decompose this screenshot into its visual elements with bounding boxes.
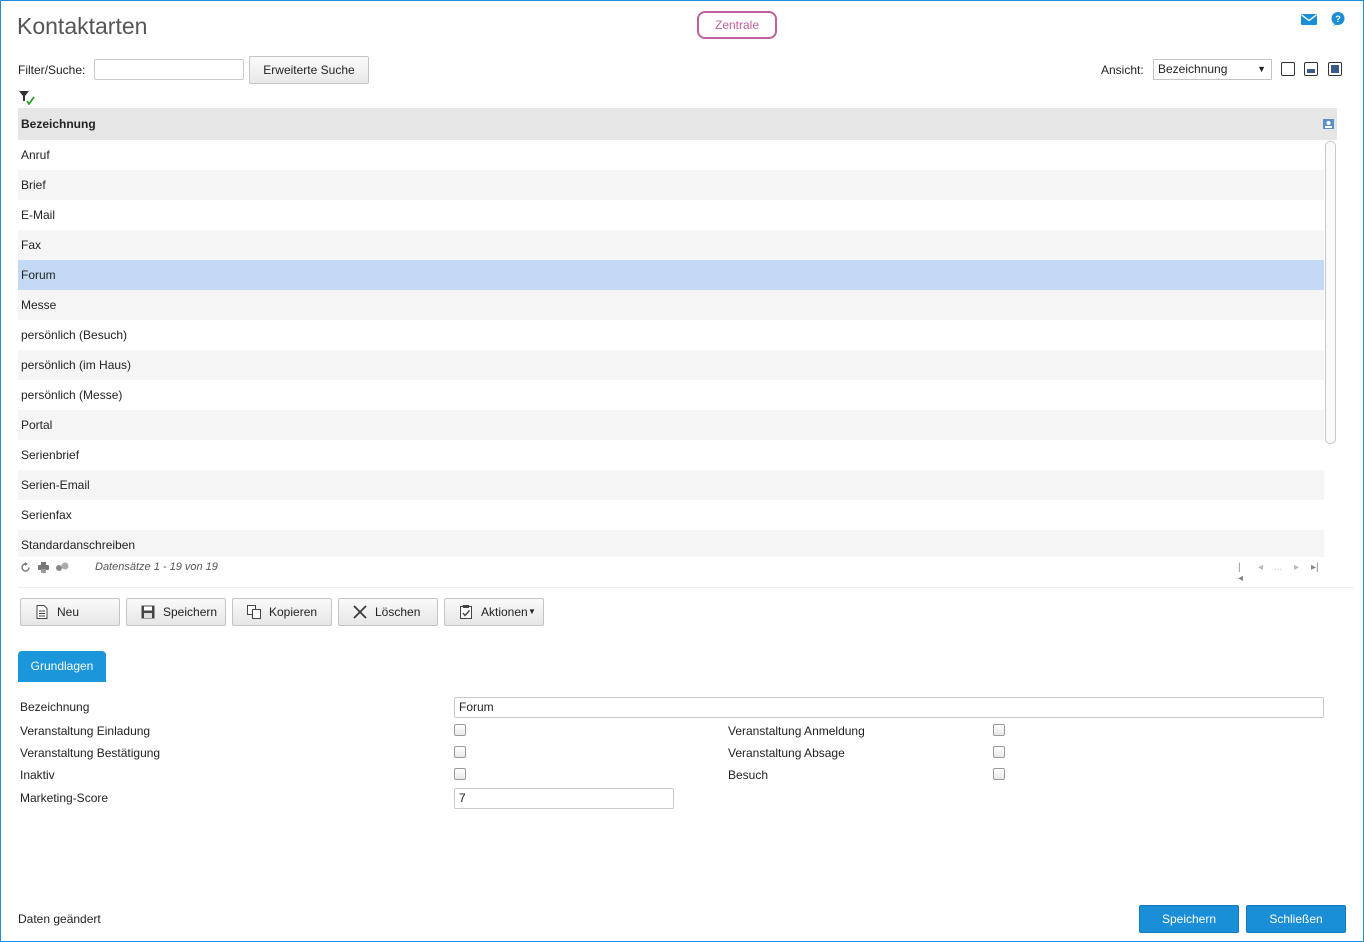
table-row[interactable]: Serienfax (18, 500, 1324, 530)
page-ellipsis: ... (1274, 562, 1283, 573)
close-button[interactable]: Schließen (1246, 905, 1346, 933)
print-icon[interactable] (38, 562, 49, 573)
anmeldung-checkbox[interactable] (993, 724, 1005, 736)
prev-page-icon[interactable]: ◂ (1258, 562, 1263, 573)
column-header-label: Bezeichnung (21, 117, 96, 131)
actions-menu-label: Aktionen (481, 605, 528, 619)
table-row[interactable]: persönlich (im Haus) (18, 350, 1324, 380)
table-row[interactable]: Serien-Email (18, 470, 1324, 500)
location-badge[interactable]: Zentrale (697, 11, 777, 39)
inaktiv-checkbox[interactable] (454, 768, 466, 780)
bestaetigung-label: Veranstaltung Bestätigung (20, 746, 161, 760)
table-row[interactable]: Messe (18, 290, 1324, 320)
einladung-label: Veranstaltung Einladung (20, 724, 151, 738)
bestaetigung-checkbox[interactable] (454, 746, 466, 758)
next-page-icon[interactable]: ▸ (1294, 562, 1299, 573)
grid-scrollbar-thumb[interactable] (1325, 141, 1336, 444)
table-row[interactable]: E-Mail (18, 200, 1324, 230)
column-chooser-icon[interactable] (1323, 119, 1334, 129)
bezeichnung-label: Bezeichnung (20, 700, 90, 714)
absage-label: Veranstaltung Absage (728, 746, 845, 760)
bezeichnung-input[interactable]: Forum (454, 697, 1324, 718)
grid-scrollbar[interactable] (1324, 140, 1337, 557)
first-page-icon[interactable]: |◂ (1238, 562, 1243, 584)
marketing-score-label: Marketing-Score (20, 791, 109, 805)
table-row[interactable]: persönlich (Messe) (18, 380, 1324, 410)
delete-button[interactable]: Löschen (338, 598, 438, 626)
refresh-icon[interactable] (20, 562, 31, 573)
settings-icon[interactable] (55, 562, 69, 573)
view-mode-detail-button[interactable] (1328, 62, 1342, 76)
copy-button-label: Kopieren (269, 605, 318, 619)
table-row[interactable]: Standardanschreiben (18, 530, 1324, 557)
einladung-checkbox[interactable] (454, 724, 466, 736)
clipboard-check-icon (460, 605, 472, 619)
save-disk-icon (141, 605, 155, 619)
last-page-icon[interactable]: ▸| (1311, 562, 1319, 573)
page-title: Kontaktarten (17, 13, 148, 39)
actions-dropdown-icon: ▼ (528, 607, 536, 616)
contact-types-grid: Bezeichnung Anruf Brief E-Mail Fax Forum… (18, 108, 1337, 557)
filter-search-label: Filter/Suche: (18, 63, 86, 77)
divider (18, 587, 1354, 588)
delete-button-label: Löschen (375, 605, 421, 619)
table-row-selected[interactable]: Forum (18, 260, 1324, 290)
svg-text:?: ? (1335, 14, 1341, 24)
column-header-bezeichnung[interactable]: Bezeichnung (18, 108, 1337, 140)
table-row[interactable]: persönlich (Besuch) (18, 320, 1324, 350)
records-count: Datensätze 1 - 19 von 19 (95, 561, 218, 573)
mail-icon[interactable] (1301, 12, 1317, 26)
copy-button[interactable]: Kopieren (232, 598, 332, 626)
save-button[interactable]: Speichern (1139, 905, 1239, 933)
new-document-icon (36, 605, 48, 619)
new-button[interactable]: Neu (20, 598, 120, 626)
save-toolbar-label: Speichern (163, 605, 218, 619)
dropdown-arrow-icon: ▼ (1257, 64, 1266, 74)
extended-search-button[interactable]: Erweiterte Suche (249, 56, 369, 84)
copy-icon (247, 605, 261, 619)
anmeldung-label: Veranstaltung Anmeldung (728, 724, 865, 738)
view-label: Ansicht: (1101, 63, 1144, 77)
marketing-score-input[interactable]: 7 (454, 788, 674, 809)
status-text: Daten geändert (18, 912, 101, 926)
absage-checkbox[interactable] (993, 746, 1005, 758)
table-row[interactable]: Portal (18, 410, 1324, 440)
delete-x-icon (353, 605, 367, 619)
new-button-label: Neu (57, 605, 80, 619)
help-icon[interactable]: ? (1330, 12, 1346, 26)
filter-search-input[interactable] (94, 59, 244, 80)
besuch-checkbox[interactable] (993, 768, 1005, 780)
save-toolbar-button[interactable]: Speichern (126, 598, 226, 626)
table-row[interactable]: Serienbrief (18, 440, 1324, 470)
table-row[interactable]: Anruf (18, 140, 1324, 170)
inaktiv-label: Inaktiv (20, 768, 55, 782)
filter-active-icon[interactable] (19, 91, 35, 105)
view-mode-split-button[interactable] (1304, 62, 1318, 76)
tab-grundlagen[interactable]: Grundlagen (18, 651, 106, 682)
view-select[interactable]: Bezeichnung ▼ (1153, 59, 1272, 80)
view-select-value: Bezeichnung (1158, 62, 1228, 76)
table-row[interactable]: Fax (18, 230, 1324, 260)
view-mode-list-button[interactable] (1281, 62, 1295, 76)
besuch-label: Besuch (728, 768, 769, 782)
table-row[interactable]: Brief (18, 170, 1324, 200)
actions-menu-button[interactable]: Aktionen ▼ (444, 598, 544, 626)
